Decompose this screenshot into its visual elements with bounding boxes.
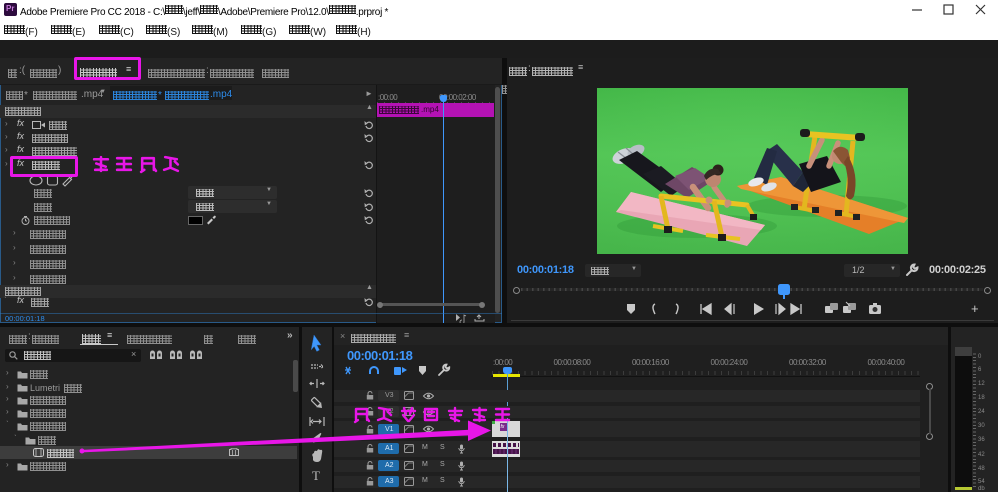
svg-text:T: T (312, 468, 320, 483)
